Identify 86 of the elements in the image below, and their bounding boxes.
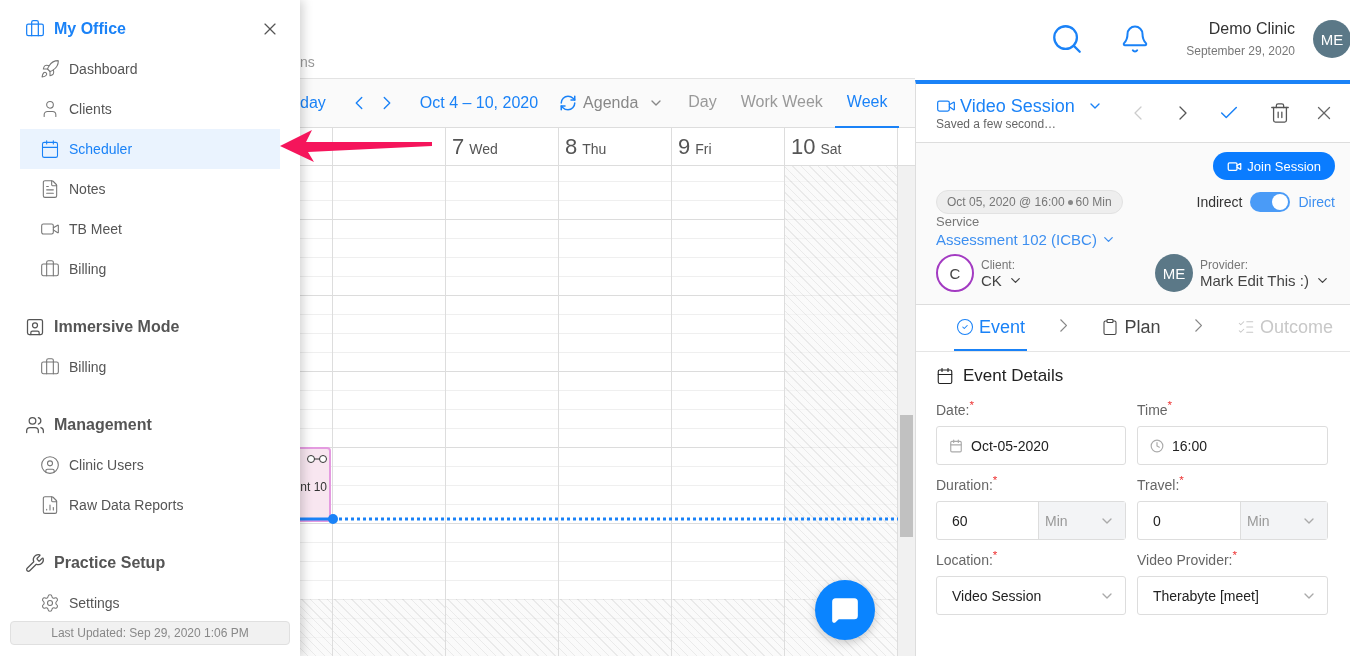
id-badge-icon <box>25 316 45 337</box>
section-heading: Immersive Mode <box>54 317 181 336</box>
field-label: Time$^{*}$ <box>1137 398 1174 416</box>
day-number: 7 <box>452 133 465 160</box>
clipboard-icon <box>1101 318 1120 336</box>
nav-item[interactable]: Clinic Users <box>20 445 280 485</box>
direct-toggle[interactable] <box>1250 192 1291 212</box>
nav-item[interactable]: TB Meet <box>20 209 280 249</box>
join-session-button[interactable]: Join Session <box>1213 152 1335 180</box>
day-number: 9 <box>678 133 691 160</box>
field-label: Travel:$^{*}$ <box>1137 473 1185 491</box>
select-field[interactable]: Therabyte [meet] <box>1137 576 1328 615</box>
briefcase-icon <box>25 18 45 39</box>
glasses-icon <box>307 454 327 464</box>
day-name: Thu <box>582 140 607 157</box>
provider-select[interactable]: Mark Edit This :) <box>1200 271 1330 289</box>
day-name: Wed <box>469 140 498 157</box>
wrench-icon <box>25 552 45 573</box>
field-label: Date:$^{*}$ <box>936 398 975 416</box>
date-field[interactable]: Oct-05-2020 <box>936 426 1126 465</box>
field-label: Video Provider:$^{*}$ <box>1137 548 1238 566</box>
check-circle-icon <box>956 318 974 336</box>
calendar-event[interactable]: nt 10 <box>300 447 331 522</box>
nav-item[interactable]: Raw Data Reports <box>20 485 280 525</box>
step-tab[interactable]: Event <box>954 305 1028 351</box>
document-icon <box>40 179 60 199</box>
section-heading: My Office <box>54 19 127 38</box>
client-label: Client: <box>981 257 1016 272</box>
view-tab[interactable]: Week <box>834 78 900 128</box>
nav-item[interactable]: Clients <box>20 89 280 129</box>
clock-icon <box>1150 438 1164 453</box>
nav-item[interactable]: Dashboard <box>20 49 280 89</box>
date-range: Oct 4 – 10, 2020 <box>419 94 539 112</box>
current-date: September 29, 2020 <box>1186 44 1295 58</box>
toggle-label: Indirect <box>1196 194 1243 210</box>
provider-label: Provider: <box>1200 257 1250 272</box>
calendar-icon <box>936 367 954 385</box>
today-button[interactable]: day <box>300 94 326 112</box>
section-heading: Practice Setup <box>54 553 167 572</box>
chat-icon <box>831 596 859 624</box>
briefcase-icon <box>40 259 60 279</box>
briefcase-icon <box>40 357 60 377</box>
chat-button[interactable] <box>815 580 875 640</box>
clinic-name: Demo Clinic <box>1208 20 1295 38</box>
refresh-icon[interactable] <box>559 94 578 112</box>
save-status: Saved a few second… <box>936 116 1058 131</box>
user-circle-icon <box>40 455 60 475</box>
day-number: 10 <box>791 133 816 160</box>
calendar-icon <box>40 139 60 159</box>
client-select[interactable]: CK <box>981 271 1023 289</box>
toggle-label: Direct <box>1298 194 1335 210</box>
amount-field[interactable]: 0 Min <box>1137 501 1328 540</box>
client-avatar: C <box>936 254 974 292</box>
field-label: Duration:$^{*}$ <box>936 473 999 491</box>
trash-icon[interactable] <box>1269 102 1291 124</box>
section-heading: Management <box>54 415 153 434</box>
section-title: Event Details <box>963 366 1064 386</box>
day-name: Sat <box>820 140 842 157</box>
select-field[interactable]: Video Session <box>936 576 1126 615</box>
nav-item[interactable]: Settings <box>20 583 280 621</box>
nav-item[interactable]: Notes <box>20 169 280 209</box>
day-name: Fri <box>695 140 712 157</box>
nav-item[interactable]: Billing <box>20 347 280 387</box>
checklist-icon <box>1236 318 1255 336</box>
chart-document-icon <box>40 495 60 515</box>
provider-avatar: ME <box>1155 254 1193 292</box>
session-chip: Oct 05, 2020 @ 16:00 60 Min <box>936 190 1123 214</box>
chevron-icon <box>1059 318 1067 332</box>
gear-icon <box>40 593 60 613</box>
rocket-icon <box>40 59 60 79</box>
event-title: nt 10 <box>300 480 327 494</box>
session-title: Video Session <box>960 95 1075 117</box>
service-label: Service <box>936 214 981 229</box>
nav-item[interactable]: Billing <box>20 249 280 289</box>
last-updated: Last Updated: Sep 29, 2020 1:06 PM <box>10 621 290 645</box>
day-number: 8 <box>565 133 578 160</box>
users-icon <box>25 414 45 435</box>
scrollbar[interactable] <box>898 166 915 656</box>
breadcrumb: ns <box>300 54 316 70</box>
step-tab[interactable]: Plan <box>1099 305 1163 351</box>
user-avatar[interactable]: ME <box>1313 20 1350 58</box>
time-field[interactable]: 16:00 <box>1137 426 1328 465</box>
field-label: Location:$^{*}$ <box>936 548 999 566</box>
amount-field[interactable]: 60 Min <box>936 501 1126 540</box>
chevron-icon <box>1195 318 1203 332</box>
calendar-icon <box>949 438 963 453</box>
